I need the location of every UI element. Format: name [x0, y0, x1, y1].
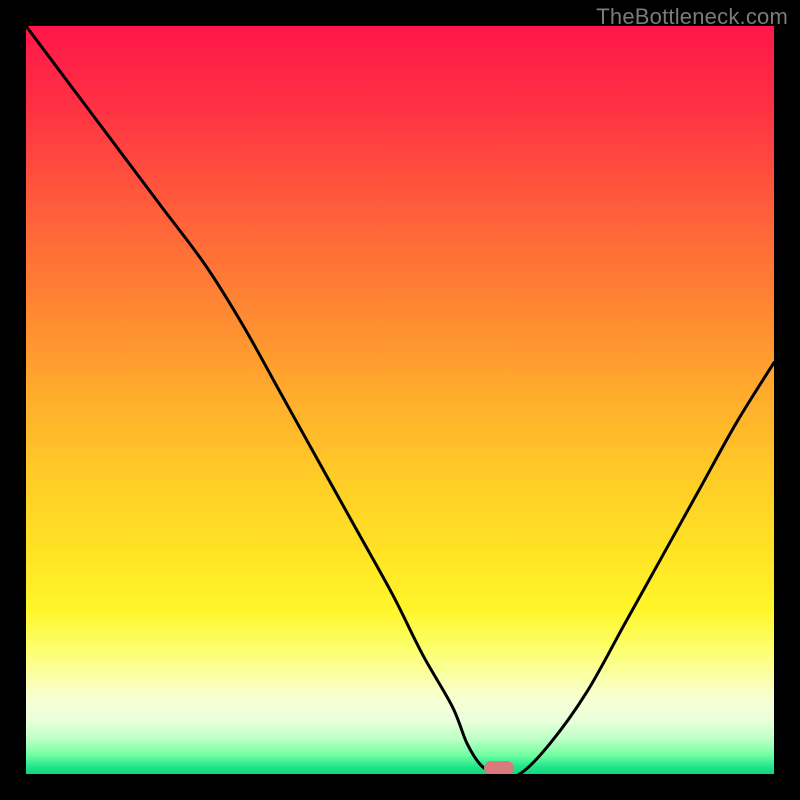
optimum-marker	[484, 761, 514, 774]
chart-frame: TheBottleneck.com	[0, 0, 800, 800]
curve-layer	[26, 26, 774, 774]
bottleneck-curve	[26, 26, 774, 774]
plot-area	[26, 26, 774, 774]
